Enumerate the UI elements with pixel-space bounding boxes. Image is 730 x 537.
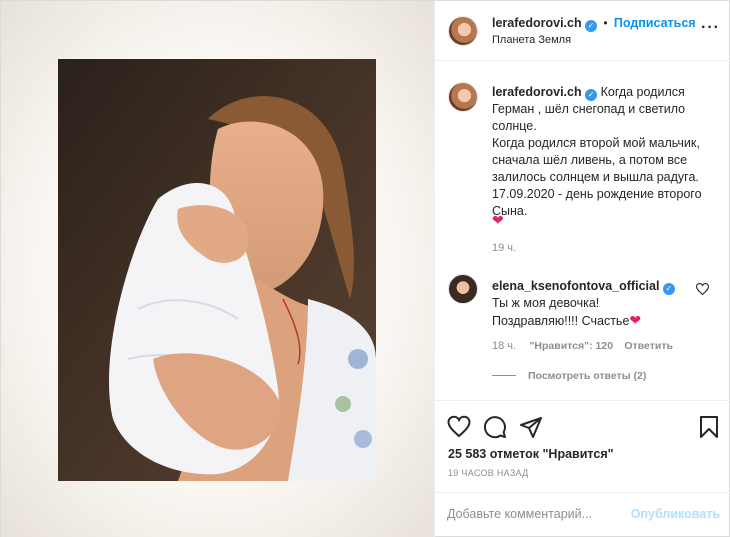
likes-count[interactable]: 25 583 отметок "Нравится" (448, 447, 614, 461)
heart-emoji-icon: ❤ (492, 212, 504, 228)
verified-badge-icon: ✓ (584, 20, 597, 32)
publish-button[interactable]: Опубликовать (631, 507, 720, 521)
replies-divider (492, 375, 516, 376)
comment-username[interactable]: elena_ksenofontova_official (492, 279, 659, 293)
reply-button[interactable]: Ответить (624, 340, 673, 352)
more-dots-icon[interactable]: ··· (701, 19, 720, 37)
caption-username[interactable]: lerafedorovi.ch (492, 85, 582, 99)
verified-badge-icon: ✓ (662, 283, 675, 295)
comment-meta-row: 18 ч. "Нравится": 120 Ответить (492, 338, 673, 352)
view-replies-row[interactable]: Посмотреть ответы (2) (492, 368, 646, 382)
verified-badge-icon: ✓ (585, 89, 598, 101)
post-time-ago[interactable]: 19 ЧАСОВ НАЗАД (448, 468, 529, 478)
like-heart-icon[interactable] (447, 415, 471, 439)
comments-list: lerafedorovi.ch ✓ Когда родился Герман ,… (435, 62, 730, 400)
post-photo (58, 59, 376, 481)
comment-like-heart-icon[interactable] (696, 283, 709, 295)
comment-text-line2: Поздравляю!!!! Счастье (492, 314, 630, 328)
post-header: lerafedorovi.ch ✓ • Подписаться Планета … (435, 1, 730, 61)
comment-block: elena_ksenofontova_official ✓ Ты ж моя д… (492, 278, 702, 330)
share-send-icon[interactable] (519, 415, 543, 439)
caption-block: lerafedorovi.ch ✓ Когда родился Герман ,… (492, 84, 720, 220)
follow-button[interactable]: Подписаться (614, 16, 696, 30)
caption-avatar[interactable] (448, 82, 478, 112)
post-sidebar: lerafedorovi.ch ✓ • Подписаться Планета … (434, 1, 730, 537)
bookmark-icon[interactable] (697, 415, 721, 439)
add-comment-bar: Опубликовать (435, 492, 730, 537)
instagram-post: lerafedorovi.ch ✓ • Подписаться Планета … (0, 0, 730, 537)
caption-text: Когда родился Герман , шёл снегопад и св… (492, 85, 702, 218)
header-name-row: lerafedorovi.ch ✓ • Подписаться (492, 16, 696, 32)
heart-emoji-icon: ❤ (629, 312, 642, 328)
post-location[interactable]: Планета Земля (492, 34, 571, 46)
comment-time[interactable]: 18 ч. (492, 340, 516, 352)
comment-likes-count[interactable]: "Нравится": 120 (529, 340, 613, 352)
author-username[interactable]: lerafedorovi.ch (492, 16, 582, 30)
view-replies-link[interactable]: Посмотреть ответы (2) (528, 370, 646, 382)
photo-illustration (58, 59, 376, 481)
comment-bubble-icon[interactable] (483, 415, 507, 439)
post-actions: 25 583 отметок "Нравится" 19 ЧАСОВ НАЗАД… (435, 400, 730, 537)
commenter-avatar[interactable] (448, 274, 478, 304)
header-separator: • (603, 16, 608, 30)
author-avatar[interactable] (448, 16, 478, 46)
comment-text-line1: Ты ж моя девочка! (492, 296, 600, 310)
caption-time[interactable]: 19 ч. (492, 242, 516, 254)
post-media[interactable] (1, 1, 434, 537)
add-comment-input[interactable] (447, 507, 647, 521)
